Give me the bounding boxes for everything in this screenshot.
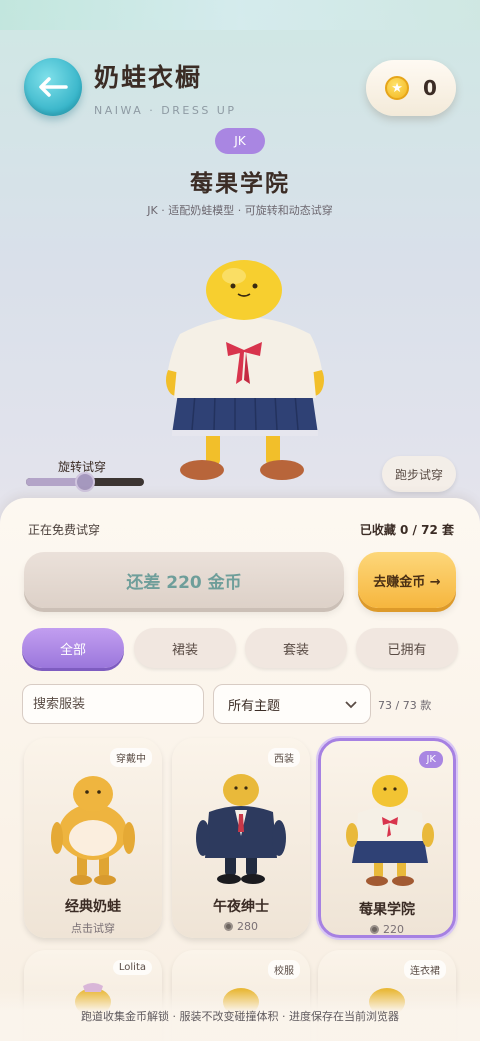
card-sub: 点击试穿 xyxy=(71,922,115,935)
rotate-slider-thumb[interactable] xyxy=(75,472,95,492)
search-input[interactable] xyxy=(22,684,204,724)
card-name: 经典奶蛙 xyxy=(65,899,121,915)
buy-outfit-button[interactable]: 还差 220 金币 xyxy=(24,552,344,608)
outfit-description: JK · 适配奶蛙模型 · 可旋转和动态试穿 xyxy=(147,204,333,217)
theme-select[interactable]: 所有主题 xyxy=(213,684,371,724)
run-try-button[interactable]: 跑步试穿 xyxy=(382,456,456,492)
card-price: 280 xyxy=(172,920,310,933)
card-price: 220 xyxy=(321,923,453,936)
card-name: 午夜绅士 xyxy=(213,899,269,915)
outfit-card-berry-academy[interactable]: JK 莓果学院 220 xyxy=(318,738,456,938)
tab-sets[interactable]: 套装 xyxy=(245,628,347,668)
frog-suit-figure xyxy=(196,774,286,884)
frog-figure xyxy=(51,776,135,885)
frog-jk-figure xyxy=(346,775,434,886)
outfit-card-classic[interactable]: 穿戴中 经典奶蛙 点击试穿 xyxy=(24,738,162,938)
card-price-value: 220 xyxy=(383,923,404,936)
tab-all[interactable]: 全部 xyxy=(22,628,124,668)
theme-select-value: 所有主题 xyxy=(228,698,281,714)
earn-coins-button[interactable]: 去赚金币 → xyxy=(358,552,456,608)
coin-balance[interactable]: ★ 0 xyxy=(366,60,456,116)
tab-owned[interactable]: 已拥有 xyxy=(356,628,458,668)
app-title: 奶蛙衣橱 xyxy=(94,63,203,92)
coin-icon xyxy=(224,922,233,931)
coin-count: 0 xyxy=(423,76,437,100)
outfit-name: 莓果学院 xyxy=(190,171,290,197)
card-tag: 穿戴中 xyxy=(110,748,152,767)
character-preview[interactable] xyxy=(160,258,330,490)
back-button[interactable] xyxy=(24,58,82,116)
coin-star-icon: ★ xyxy=(385,76,410,100)
trying-status: 正在免费试穿 xyxy=(28,523,101,537)
card-tag: JK xyxy=(419,751,443,768)
collected-count: 已收藏 0 / 72 套 xyxy=(359,523,454,537)
coin-icon xyxy=(370,925,379,934)
tab-dresses[interactable]: 裙装 xyxy=(134,628,236,668)
arrow-left-icon xyxy=(39,77,68,97)
outfit-count: 73 / 73 款 xyxy=(378,699,432,712)
category-badge: JK xyxy=(215,128,265,154)
chevron-down-icon xyxy=(345,701,357,709)
app-subtitle: NAIWA · DRESS UP xyxy=(94,104,237,117)
outfit-card-gentleman[interactable]: 西装 午夜绅士 280 xyxy=(172,738,310,938)
card-price-value: 280 xyxy=(237,920,258,933)
top-band xyxy=(0,0,480,30)
card-name: 莓果学院 xyxy=(359,902,415,918)
rotate-slider[interactable] xyxy=(26,472,144,492)
card-tag: 西装 xyxy=(268,748,300,767)
footer-note: 跑道收集金币解锁 · 服装不改变碰撞体积 · 进度保存在当前浏览器 xyxy=(81,1010,399,1023)
